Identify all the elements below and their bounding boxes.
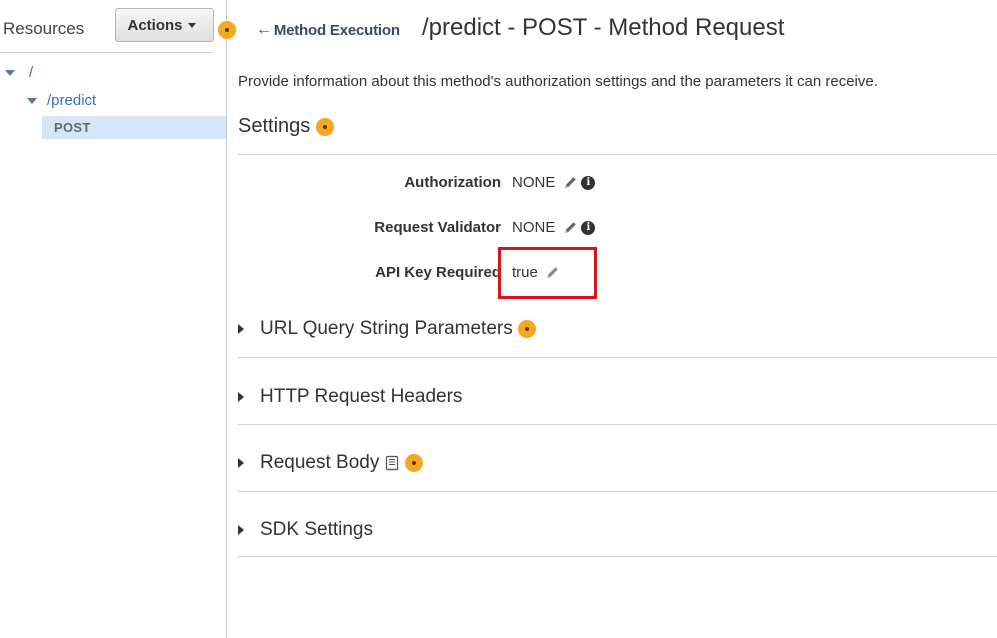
expand-triangle-icon[interactable]: [238, 324, 244, 334]
settings-heading-label: Settings: [238, 115, 311, 137]
tree-expand-icon[interactable]: [27, 97, 37, 104]
highlight-annotation-box: [498, 247, 597, 299]
section-divider: [238, 556, 997, 557]
settings-heading: Settings: [238, 115, 335, 138]
request-validator-value: NONE: [512, 219, 556, 236]
page-description: Provide information about this method's …: [238, 73, 878, 90]
tree-item-root-label[interactable]: /: [29, 64, 33, 81]
pencil-icon[interactable]: [563, 221, 577, 235]
help-icon[interactable]: [218, 21, 236, 39]
resources-sidebar: Resources Actions / /predict POST: [0, 0, 236, 638]
actions-button-label: Actions: [127, 16, 183, 34]
page-title: /predict - POST - Method Request: [422, 14, 785, 41]
resources-title: Resources: [3, 19, 85, 38]
tree-item-root[interactable]: /: [5, 64, 33, 81]
section-sdk-settings[interactable]: SDK Settings: [238, 519, 373, 541]
expand-triangle-icon[interactable]: [238, 525, 244, 535]
actions-button[interactable]: Actions: [115, 8, 214, 42]
section-label[interactable]: URL Query String Parameters: [260, 318, 513, 340]
info-icon[interactable]: i: [581, 175, 596, 190]
help-icon[interactable]: [316, 117, 335, 136]
request-validator-field: NONE i: [512, 219, 596, 236]
section-url-query-string-parameters[interactable]: URL Query String Parameters: [238, 318, 536, 340]
sidebar-divider: [0, 52, 213, 53]
section-label[interactable]: HTTP Request Headers: [260, 386, 462, 408]
expand-triangle-icon[interactable]: [238, 392, 244, 402]
tree-expand-icon[interactable]: [5, 69, 15, 76]
section-label[interactable]: SDK Settings: [260, 519, 373, 541]
pencil-icon[interactable]: [563, 176, 577, 190]
help-icon[interactable]: [405, 454, 424, 472]
section-divider: [238, 357, 997, 358]
section-divider: [238, 424, 997, 425]
arrow-left-icon: ←: [256, 21, 272, 38]
tree-item-predict[interactable]: /predict: [27, 92, 96, 109]
section-divider: [238, 491, 997, 492]
info-icon[interactable]: i: [581, 220, 596, 235]
authorization-field: NONE i: [512, 174, 596, 191]
section-request-body[interactable]: Request Body: [238, 452, 424, 474]
authorization-value: NONE: [512, 174, 556, 191]
tree-item-predict-label[interactable]: /predict: [47, 92, 96, 109]
caret-down-icon: [187, 22, 196, 28]
authorization-label: Authorization: [404, 174, 501, 191]
settings-divider: [238, 154, 997, 155]
tree-item-post-method[interactable]: POST: [42, 116, 226, 139]
expand-triangle-icon[interactable]: [238, 458, 244, 468]
api-key-required-label: API Key Required: [375, 264, 501, 281]
back-link-label[interactable]: Method Execution: [274, 22, 400, 39]
section-label[interactable]: Request Body: [260, 452, 379, 474]
section-http-request-headers[interactable]: HTTP Request Headers: [238, 386, 462, 408]
help-icon[interactable]: [517, 320, 536, 338]
book-icon[interactable]: [384, 455, 400, 471]
method-execution-back-link[interactable]: ← Method Execution: [256, 21, 400, 39]
request-validator-label: Request Validator: [374, 219, 501, 236]
